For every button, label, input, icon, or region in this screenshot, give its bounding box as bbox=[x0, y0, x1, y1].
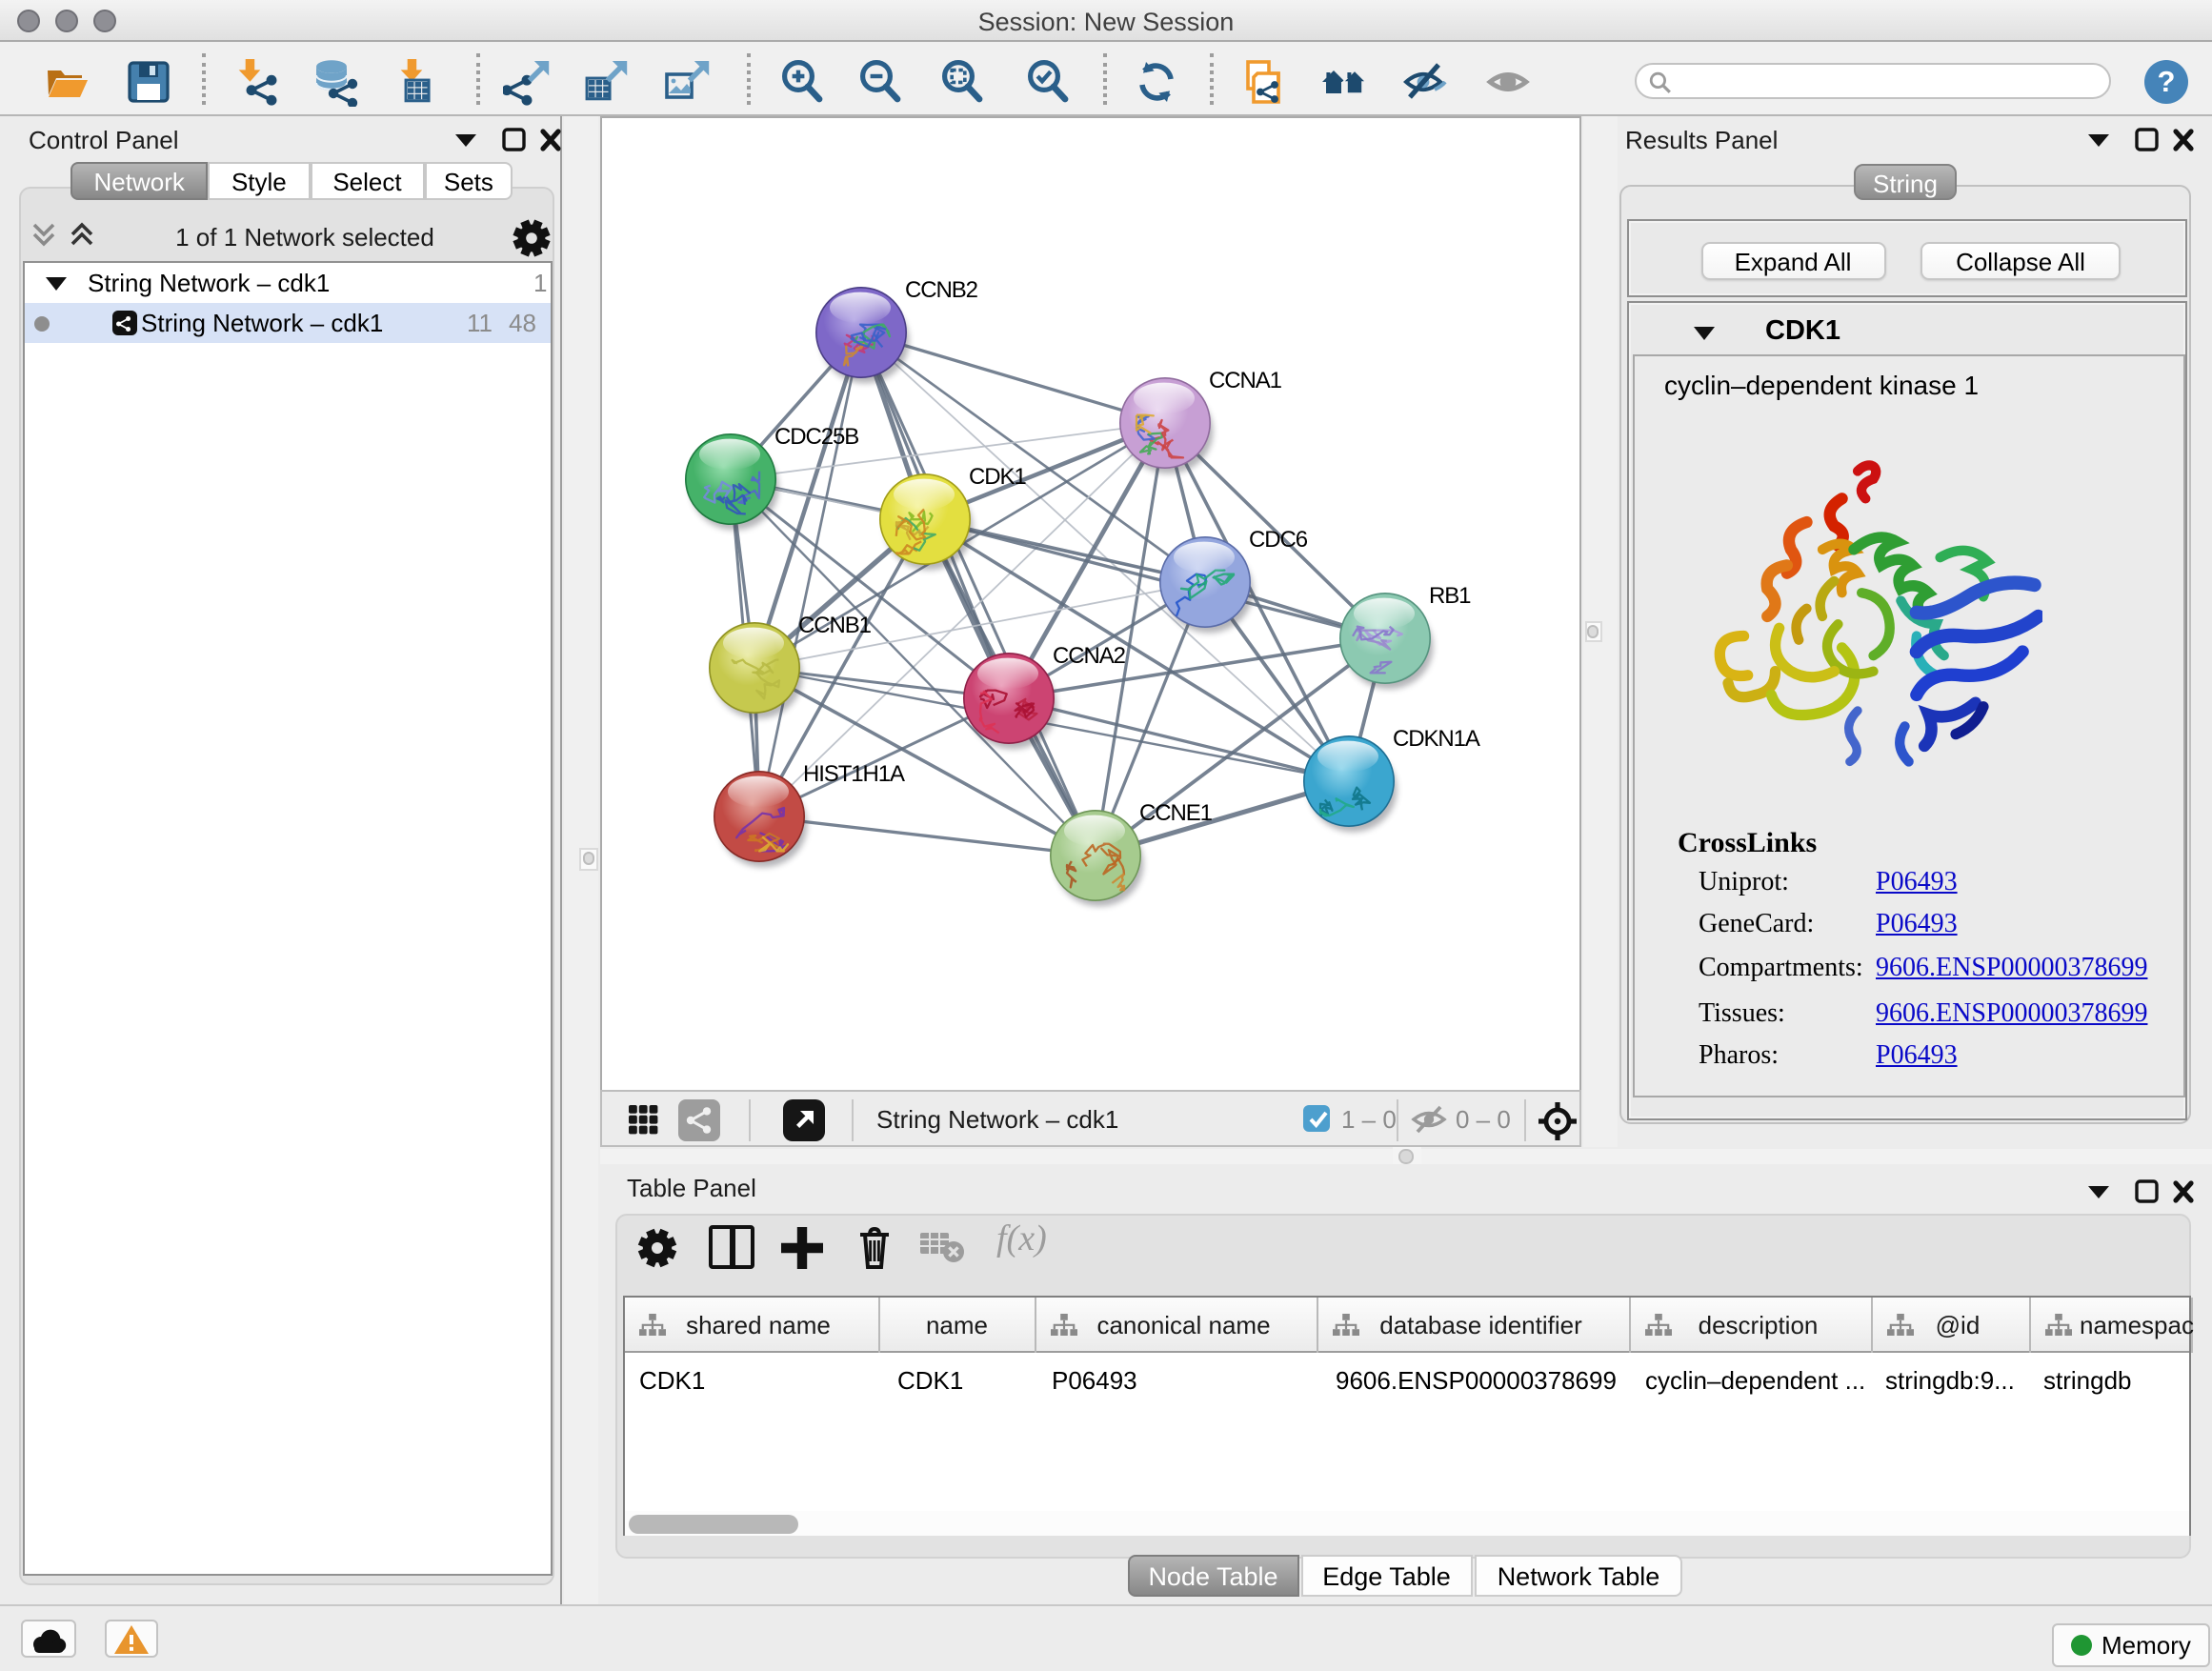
svg-text:CDKN1A: CDKN1A bbox=[1392, 726, 1479, 752]
svg-text:CCNA2: CCNA2 bbox=[1052, 643, 1125, 669]
svg-text:CDC25B: CDC25B bbox=[774, 424, 857, 450]
svg-text:CDC6: CDC6 bbox=[1248, 527, 1307, 553]
svg-text:CCNB2: CCNB2 bbox=[904, 277, 977, 303]
svg-text:?: ? bbox=[2158, 65, 2176, 98]
svg-text:HIST1H1A: HIST1H1A bbox=[802, 761, 904, 787]
svg-text:RB1: RB1 bbox=[1428, 583, 1470, 609]
svg-text:CCNB1: CCNB1 bbox=[797, 613, 871, 638]
svg-text:CCNA1: CCNA1 bbox=[1208, 368, 1281, 393]
svg-text:CCNE1: CCNE1 bbox=[1138, 800, 1212, 826]
svg-text:CDK1: CDK1 bbox=[968, 464, 1025, 490]
